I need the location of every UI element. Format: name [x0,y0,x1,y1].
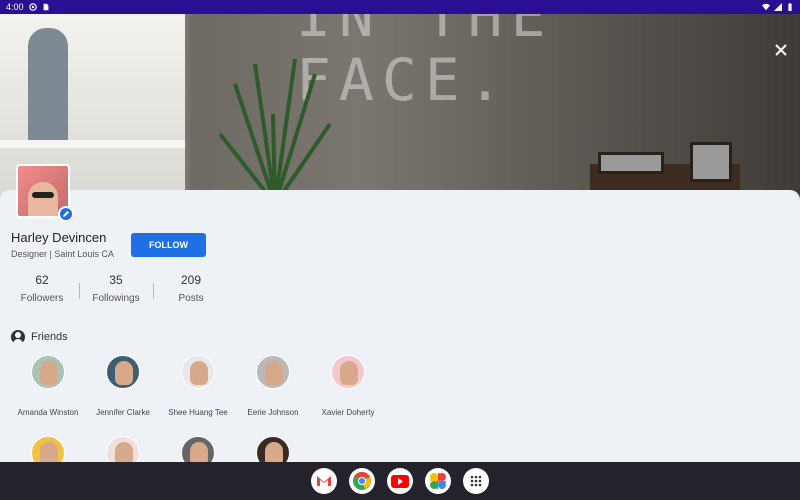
friend-name: Amanda Winston [17,408,79,417]
profile-role: Designer | Saint Louis CA [11,249,114,259]
close-button[interactable] [772,42,790,60]
friends-title: Friends [31,331,68,343]
stat-followers[interactable]: 62 Followers [2,273,82,304]
profile-avatar-wrap [16,164,74,222]
friend-avatar [181,355,215,389]
stat-value: 62 [35,273,49,287]
friends-header: Friends [11,330,68,344]
app-drawer-button[interactable] [463,468,489,494]
stat-label: Followings [92,293,140,304]
friend-avatar [106,355,140,389]
friend-name: Shee Huang Tee [168,408,228,417]
settings-notification-icon [28,3,37,11]
friend-avatar [31,355,65,389]
friend-item[interactable]: Amanda Winston [8,355,88,417]
taskbar [0,462,800,500]
friend-item[interactable]: Xavier Doherty [308,355,388,417]
chrome-app-button[interactable] [349,468,375,494]
person-icon [11,330,25,344]
cover-photo: IN THE FACE. [0,14,800,200]
stat-followings[interactable]: 35 Followings [76,273,156,304]
edit-avatar-button[interactable] [58,206,74,222]
friend-avatar [256,355,290,389]
wifi-icon [762,3,770,11]
friend-name: Eerie Johnson [247,408,299,417]
cover-wall-text-line1: IN THE [296,14,554,50]
status-bar: 4:00 [0,0,800,14]
cover-person [28,28,68,148]
battery-icon [788,3,792,11]
status-time: 4:00 [6,2,24,12]
close-icon [775,44,787,56]
sim-card-icon [43,3,48,11]
gmail-app-button[interactable] [311,468,337,494]
friend-item[interactable]: Shee Huang Tee [158,355,238,417]
youtube-app-button[interactable] [387,468,413,494]
friend-avatar [331,355,365,389]
stat-label: Posts [178,293,204,304]
stat-posts[interactable]: 209 Posts [151,273,231,304]
cover-frame [598,152,664,174]
stat-label: Followers [20,293,64,304]
signal-icon [774,3,782,11]
profile-name: Harley Devincen [11,230,107,245]
stat-value: 35 [109,273,123,287]
app-drawer-icon [470,475,482,487]
stat-value: 209 [180,273,202,287]
friend-name: Xavier Doherty [321,408,375,417]
friend-name: Jennifer Clarke [96,408,150,417]
friend-item[interactable]: Jennifer Clarke [83,355,163,417]
pencil-icon [63,211,69,217]
profile-sheet [0,190,800,462]
gmail-icon [317,476,331,486]
youtube-icon [391,474,409,488]
photos-icon [430,473,446,489]
photos-app-button[interactable] [425,468,451,494]
cover-desk [0,140,185,148]
friend-item[interactable]: Eerie Johnson [233,355,313,417]
cover-frame [690,142,732,182]
chrome-icon [353,472,371,490]
cover-plant [218,58,332,200]
follow-button[interactable]: FOLLOW [131,233,206,257]
